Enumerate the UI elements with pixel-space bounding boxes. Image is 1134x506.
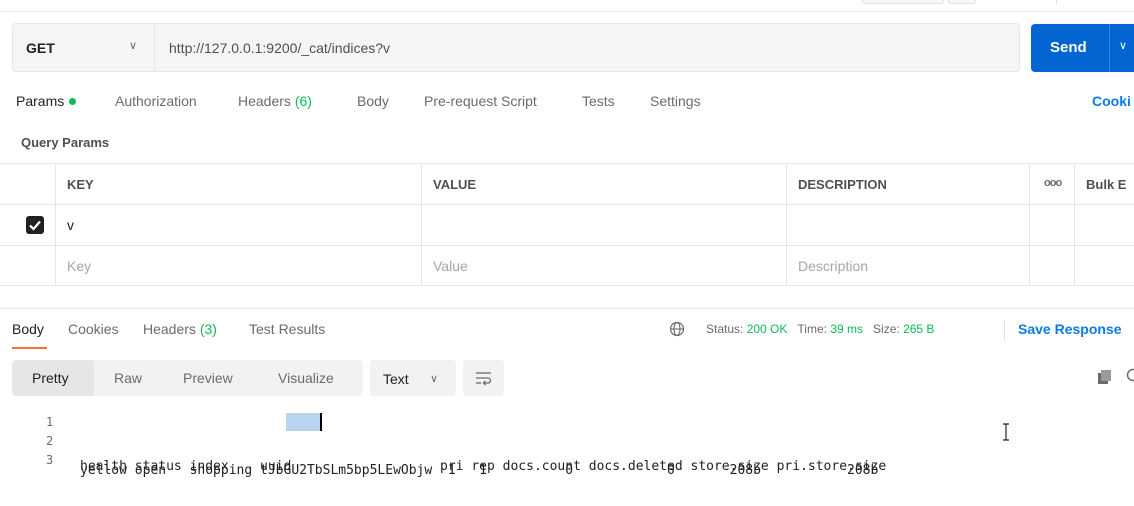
more-options-icon[interactable]: ooo — [1044, 177, 1062, 189]
format-pretty[interactable]: Pretty — [32, 370, 69, 386]
chevron-down-icon: ∨ — [430, 373, 439, 385]
line-number: 1 — [46, 415, 54, 429]
bulk-edit-button[interactable]: Bulk E — [1086, 177, 1126, 192]
param-key-field[interactable]: v — [67, 217, 74, 233]
format-raw[interactable]: Raw — [114, 370, 142, 386]
tab-authorization[interactable]: Authorization — [115, 93, 197, 109]
key-placeholder[interactable]: Key — [67, 258, 91, 274]
method-select[interactable]: GET ∨ — [13, 24, 155, 71]
tab-pre-request-script[interactable]: Pre-request Script — [424, 93, 537, 109]
copy-icon[interactable] — [1097, 369, 1113, 388]
code-line: 2 yellow open shopping tJbGU2TbSLm5bp5LE… — [0, 433, 1134, 478]
send-label: Send — [1050, 39, 1087, 56]
toolbar-button[interactable] — [948, 0, 976, 4]
code-line: 1 health status index uuid pri rep docs.… — [0, 413, 1134, 474]
tab-body[interactable]: Body — [357, 93, 389, 109]
line-number: 2 — [46, 434, 54, 448]
text-type-select[interactable]: Text ∨ — [370, 360, 456, 396]
response-status: Status: 200 OK Time: 39 ms Size: 265 B — [706, 322, 935, 336]
chevron-down-icon: ∨ — [129, 40, 138, 52]
tab-tests[interactable]: Tests — [582, 93, 615, 109]
globe-icon[interactable] — [669, 321, 685, 340]
description-placeholder[interactable]: Description — [798, 258, 868, 274]
param-checkbox[interactable] — [26, 216, 44, 234]
top-toolbar-strip — [0, 0, 1134, 12]
body-format-group: Pretty Raw Preview Visualize — [12, 360, 363, 396]
send-divider — [1109, 24, 1110, 72]
param-description-field[interactable] — [787, 205, 1030, 245]
tab-settings[interactable]: Settings — [650, 93, 701, 109]
table-header-row: KEY VALUE DESCRIPTION ooo Bulk E — [0, 163, 1134, 204]
format-preview[interactable]: Preview — [183, 370, 233, 386]
request-tabs: Params Authorization Headers (6) Body Pr… — [0, 93, 1134, 115]
column-header-description: DESCRIPTION — [798, 177, 887, 192]
chevron-down-icon[interactable]: ∨ — [1119, 39, 1127, 52]
wrap-lines-button[interactable] — [463, 360, 504, 396]
send-button[interactable]: Send ∨ — [1031, 24, 1134, 72]
query-params-title: Query Params — [21, 135, 110, 150]
tab-response-headers[interactable]: Headers (3) — [143, 321, 217, 337]
save-response-button[interactable]: Save Response — [1018, 321, 1122, 337]
divider — [1004, 321, 1005, 341]
tab-params[interactable]: Params — [16, 93, 77, 109]
selection-highlight — [286, 413, 322, 431]
text-cursor — [320, 413, 322, 431]
column-header-value: VALUE — [433, 177, 477, 192]
params-indicator-dot — [69, 97, 77, 105]
cookies-link[interactable]: Cooki — [1092, 93, 1131, 109]
code-line: 3 — [0, 452, 1134, 470]
url-input[interactable]: http://127.0.0.1:9200/_cat/indices?v — [169, 40, 390, 56]
table-row-empty: Key Value Description — [0, 245, 1134, 286]
tab-response-cookies[interactable]: Cookies — [68, 321, 119, 337]
value-placeholder[interactable]: Value — [433, 258, 468, 274]
tab-response-body[interactable]: Body — [12, 321, 44, 337]
table-row: v — [0, 204, 1134, 245]
tab-test-results[interactable]: Test Results — [249, 321, 325, 337]
line-number: 3 — [46, 453, 54, 467]
column-header-key: KEY — [67, 177, 94, 192]
toolbar-button[interactable] — [862, 0, 944, 4]
format-visualize[interactable]: Visualize — [278, 370, 334, 386]
response-divider — [0, 308, 1134, 309]
tab-headers[interactable]: Headers (6) — [238, 93, 312, 109]
mouse-ibeam-cursor-icon — [1002, 423, 1010, 444]
search-icon[interactable] — [1124, 368, 1134, 387]
text-type-label: Text — [383, 371, 409, 387]
response-tabs: Body Cookies Headers (3) Test Results St… — [0, 321, 1134, 351]
toolbar-divider — [1056, 0, 1134, 4]
param-value-field[interactable] — [422, 205, 787, 245]
method-label: GET — [26, 40, 55, 56]
wrap-icon — [476, 372, 492, 386]
url-bar: GET ∨ http://127.0.0.1:9200/_cat/indices… — [12, 23, 1020, 72]
active-tab-underline — [12, 347, 47, 349]
